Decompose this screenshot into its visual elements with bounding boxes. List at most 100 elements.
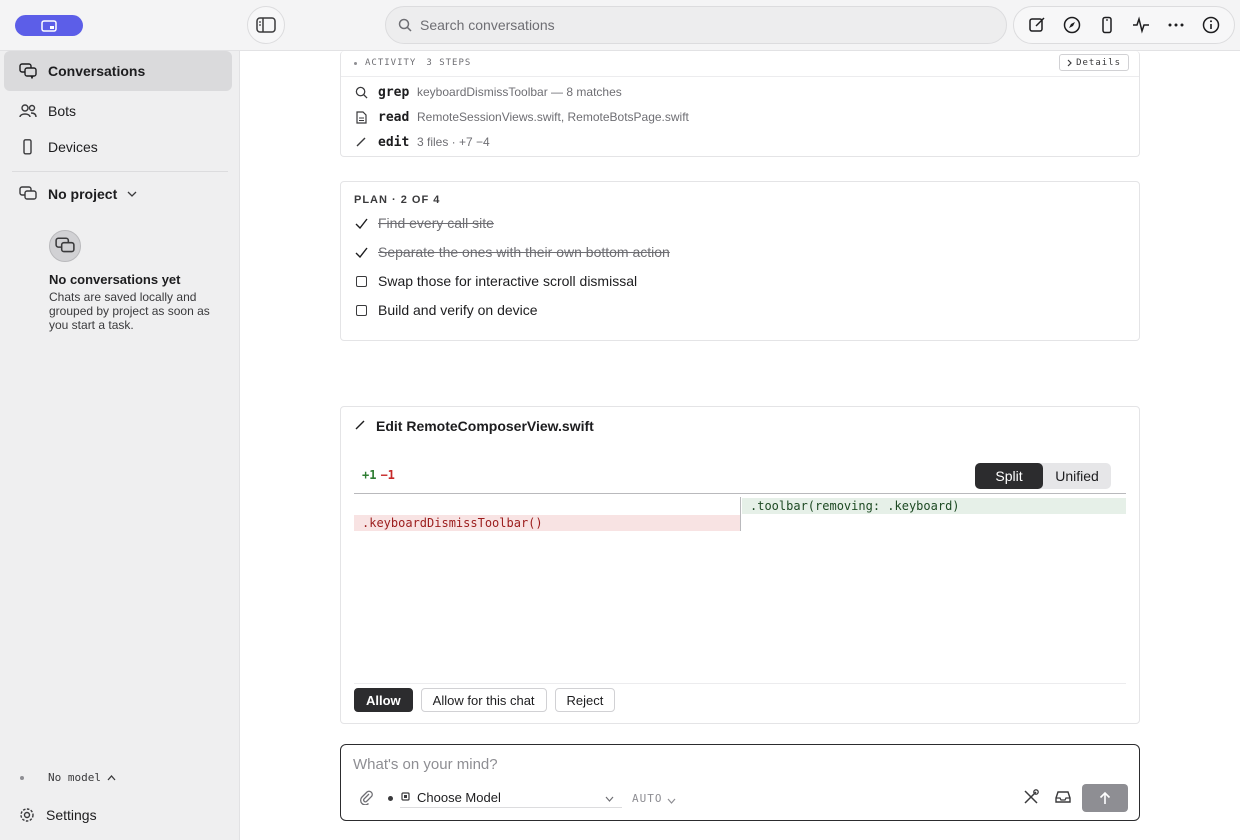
diff-stats: +1 −1 xyxy=(362,468,395,482)
activity-pulse-icon[interactable] xyxy=(1130,14,1152,36)
window-icon xyxy=(41,19,57,32)
plan-item-text: Find every call site xyxy=(378,215,494,231)
empty-state-description: Chats are saved locally and grouped by p… xyxy=(49,290,210,332)
edit-actions: Allow Allow for this chat Reject xyxy=(354,688,623,712)
lines-added: +1 xyxy=(362,468,377,482)
people-icon xyxy=(19,104,37,118)
search-placeholder: Search conversations xyxy=(420,17,555,33)
sidebar-item-devices[interactable]: Devices xyxy=(4,127,232,167)
plan-item: Swap those for interactive scroll dismis… xyxy=(354,271,637,291)
search-icon xyxy=(354,85,368,99)
compose-icon[interactable] xyxy=(1026,14,1048,36)
inbox-icon[interactable] xyxy=(1054,789,1072,808)
activity-steps: 3 STEPS xyxy=(426,58,472,68)
more-icon[interactable] xyxy=(1165,14,1187,36)
empty-state-icon xyxy=(49,230,81,262)
sidebar-item-label: Conversations xyxy=(48,63,146,79)
phone-icon[interactable] xyxy=(1096,14,1118,36)
sidebar-item-bots[interactable]: Bots xyxy=(4,91,232,131)
search-bar[interactable]: Search conversations xyxy=(385,6,1007,44)
activity-detail: keyboardDismissToolbar — 8 matches xyxy=(417,85,622,99)
pencil-icon xyxy=(354,135,368,149)
checkbox-icon xyxy=(354,274,368,288)
activity-command: edit xyxy=(378,134,410,150)
status-dot xyxy=(388,796,393,801)
plan-card: PLAN · 2 OF 4 Find every call site Separ… xyxy=(340,181,1140,341)
chevron-down-icon xyxy=(605,789,614,805)
app-switcher-button[interactable] xyxy=(15,15,83,36)
document-icon xyxy=(354,110,368,124)
send-button[interactable] xyxy=(1082,784,1128,812)
checkmark-icon xyxy=(354,245,368,259)
empty-state-title: No conversations yet xyxy=(49,272,181,287)
activity-row: edit 3 files · +7 −4 xyxy=(354,132,490,152)
pencil-icon xyxy=(354,418,366,434)
allow-button[interactable]: Allow xyxy=(354,688,413,712)
tools-icon[interactable] xyxy=(1022,788,1040,809)
allow-for-chat-button[interactable]: Allow for this chat xyxy=(420,688,547,712)
sidebar-toggle-button[interactable] xyxy=(247,6,285,44)
checkbox-icon xyxy=(354,303,368,317)
top-bar: Search conversations xyxy=(0,0,1240,51)
sidebar-divider xyxy=(12,171,228,172)
gear-icon xyxy=(20,808,34,822)
cpu-icon xyxy=(400,789,411,805)
model-picker-label: Choose Model xyxy=(417,789,501,805)
activity-detail: 3 files · +7 −4 xyxy=(417,135,490,149)
project-selector[interactable]: No project xyxy=(4,176,232,212)
plan-item: Separate the ones with their own bottom … xyxy=(354,242,670,262)
model-label: No model xyxy=(48,771,101,784)
activity-divider xyxy=(341,76,1139,77)
activity-label: ACTIVITY xyxy=(365,58,417,68)
sidebar-icon xyxy=(256,17,276,33)
phone-icon xyxy=(23,139,32,155)
compass-icon[interactable] xyxy=(1061,14,1083,36)
plan-header: PLAN · 2 OF 4 xyxy=(354,194,441,206)
settings-label: Settings xyxy=(46,807,97,823)
composer-tools: Choose Model AUTO xyxy=(359,789,676,808)
split-view-button[interactable]: Split xyxy=(975,463,1043,489)
auto-mode-label[interactable]: AUTO xyxy=(632,792,663,805)
toolbar-actions xyxy=(1013,6,1235,44)
info-icon[interactable] xyxy=(1200,14,1222,36)
checkmark-icon xyxy=(354,216,368,230)
edit-divider xyxy=(354,683,1126,684)
sidebar-item-label: Bots xyxy=(48,103,77,119)
activity-command: grep xyxy=(378,84,410,100)
project-label: No project xyxy=(48,186,118,202)
activity-card: ACTIVITY 3 STEPS Details grep keyboardDi… xyxy=(340,51,1140,157)
reject-button[interactable]: Reject xyxy=(554,688,616,712)
activity-header: ACTIVITY 3 STEPS xyxy=(354,58,471,68)
details-label: Details xyxy=(1076,57,1121,68)
status-dot xyxy=(20,775,24,780)
diff-split-divider xyxy=(740,497,741,531)
chevron-down-icon xyxy=(667,791,676,807)
chevron-down-icon xyxy=(127,191,137,197)
settings-button[interactable]: Settings xyxy=(4,799,232,831)
plan-item-text: Swap those for interactive scroll dismis… xyxy=(378,273,638,289)
plan-item-text: Separate the ones with their own bottom … xyxy=(378,244,670,260)
details-button[interactable]: Details xyxy=(1059,54,1129,71)
activity-detail: RemoteSessionViews.swift, RemoteBotsPage… xyxy=(417,110,689,124)
composer[interactable]: What's on your mind? Choose Model AUTO xyxy=(340,744,1140,821)
activity-dot xyxy=(354,61,357,65)
diff-added-line: .toolbar(removing: .keyboard) xyxy=(742,498,1126,514)
unified-view-button[interactable]: Unified xyxy=(1043,463,1111,489)
chat-bubbles-icon xyxy=(19,186,37,200)
sidebar-item-conversations[interactable]: Conversations xyxy=(4,51,232,91)
composer-input[interactable]: What's on your mind? xyxy=(353,756,498,773)
sidebar-item-label: Devices xyxy=(48,139,98,155)
plan-item-text: Build and verify on device xyxy=(378,302,538,318)
activity-command: read xyxy=(378,109,410,125)
composer-actions xyxy=(1022,784,1128,812)
plan-item: Build and verify on device xyxy=(354,300,538,320)
search-icon xyxy=(398,18,412,32)
model-picker[interactable]: Choose Model xyxy=(400,789,622,808)
model-selector[interactable]: No model xyxy=(20,771,116,784)
activity-row: grep keyboardDismissToolbar — 8 matches xyxy=(354,82,622,102)
edit-title: Edit RemoteComposerView.swift xyxy=(376,418,594,434)
chevron-right-icon xyxy=(1067,59,1072,66)
diff-removed-line: .keyboardDismissToolbar() xyxy=(354,515,740,531)
edit-header: Edit RemoteComposerView.swift xyxy=(354,418,594,434)
paperclip-icon[interactable] xyxy=(359,790,374,808)
